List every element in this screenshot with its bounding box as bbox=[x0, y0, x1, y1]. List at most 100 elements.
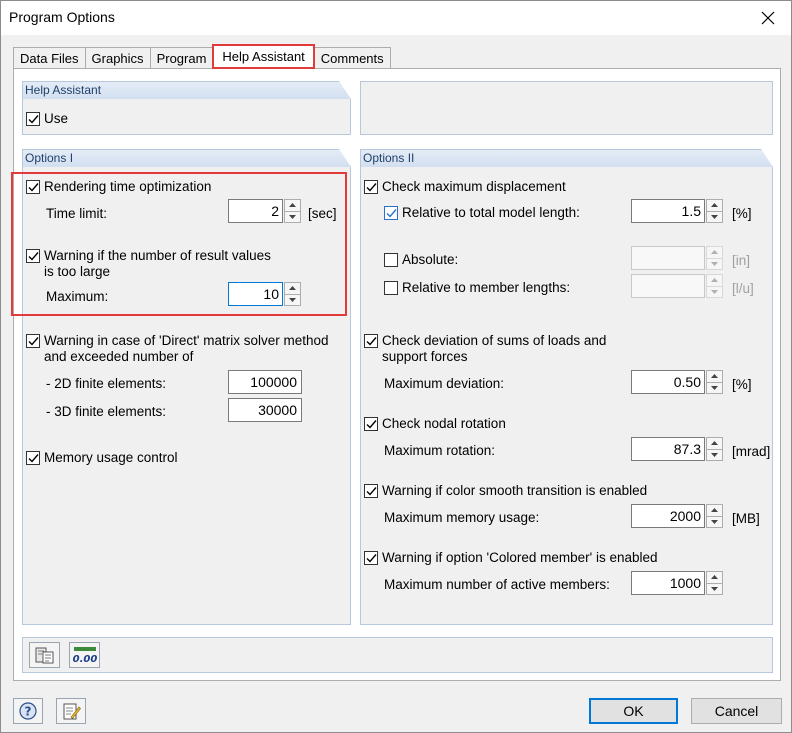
deviation-checkbox[interactable] bbox=[364, 334, 378, 348]
fe3d-input[interactable]: 30000 bbox=[228, 398, 302, 422]
absolute-spin-buttons[interactable] bbox=[706, 246, 723, 270]
right-top-group bbox=[360, 81, 773, 135]
options-i-header: Options I bbox=[23, 149, 351, 167]
max-deviation-spinner[interactable]: 0.50 bbox=[631, 370, 723, 394]
max-deviation-spin-buttons[interactable] bbox=[706, 370, 723, 394]
smooth-checkbox-row[interactable]: Warning if color smooth transition is en… bbox=[364, 483, 647, 499]
spin-up-button[interactable] bbox=[706, 571, 723, 584]
member-length-spinner[interactable] bbox=[631, 274, 723, 298]
spin-up-button[interactable] bbox=[706, 199, 723, 212]
max-members-spinner[interactable]: 1000 bbox=[631, 571, 723, 595]
max-rotation-spin-buttons[interactable] bbox=[706, 437, 723, 461]
right-top-header bbox=[361, 82, 772, 99]
max-memory-input[interactable]: 2000 bbox=[631, 504, 705, 528]
decimal-places-icon: 0.00 bbox=[73, 647, 97, 664]
relative-length-checkbox[interactable] bbox=[384, 206, 398, 220]
max-deviation-input[interactable]: 0.50 bbox=[631, 370, 705, 394]
member-length-spin-buttons[interactable] bbox=[706, 274, 723, 298]
tab-comments[interactable]: Comments bbox=[313, 47, 391, 69]
checkmark-icon bbox=[28, 453, 39, 463]
absolute-row[interactable]: Absolute: bbox=[384, 252, 458, 268]
memory-checkbox-row[interactable]: Memory usage control bbox=[26, 450, 178, 466]
spin-up-button[interactable] bbox=[706, 504, 723, 517]
rotation-checkbox-row[interactable]: Check nodal rotation bbox=[364, 416, 506, 432]
decimal-places-button[interactable]: 0.00 bbox=[69, 642, 100, 668]
fe2d-input[interactable]: 100000 bbox=[228, 370, 302, 394]
smooth-checkbox[interactable] bbox=[364, 484, 378, 498]
spin-down-button[interactable] bbox=[706, 258, 723, 270]
max-memory-spin-buttons[interactable] bbox=[706, 504, 723, 528]
memory-label: Memory usage control bbox=[44, 450, 178, 465]
max-members-input[interactable]: 1000 bbox=[631, 571, 705, 595]
max-rotation-spinner[interactable]: 87.3 bbox=[631, 437, 723, 461]
relative-length-spinner[interactable]: 1.5 bbox=[631, 199, 723, 223]
absolute-input[interactable] bbox=[631, 246, 705, 270]
absolute-spinner[interactable] bbox=[631, 246, 723, 270]
tab-program[interactable]: Program bbox=[149, 47, 214, 69]
use-checkbox-row[interactable]: Use bbox=[26, 111, 68, 127]
colored-checkbox[interactable] bbox=[364, 551, 378, 565]
absolute-unit: [in] bbox=[732, 253, 751, 268]
member-length-row[interactable]: Relative to member lengths: bbox=[384, 280, 570, 296]
checkmark-icon bbox=[366, 419, 377, 429]
svg-text:0.00: 0.00 bbox=[73, 654, 97, 664]
close-icon bbox=[761, 11, 775, 24]
colored-checkbox-row[interactable]: Warning if option 'Colored member' is en… bbox=[364, 550, 658, 566]
close-button[interactable] bbox=[745, 1, 791, 34]
edit-button[interactable] bbox=[56, 698, 86, 724]
colored-label: Warning if option 'Colored member' is en… bbox=[382, 550, 658, 565]
memory-checkbox[interactable] bbox=[26, 451, 40, 465]
member-length-label: Relative to member lengths: bbox=[402, 280, 571, 295]
spin-up-button[interactable] bbox=[706, 437, 723, 450]
arrow-up-icon bbox=[711, 508, 718, 513]
fe2d-label: - 2D finite elements: bbox=[46, 376, 167, 391]
use-checkbox[interactable] bbox=[26, 112, 40, 126]
spin-up-button[interactable] bbox=[706, 274, 723, 287]
member-length-input[interactable] bbox=[631, 274, 705, 298]
spin-down-button[interactable] bbox=[706, 449, 723, 461]
relative-length-input[interactable]: 1.5 bbox=[631, 199, 705, 223]
cancel-button[interactable]: Cancel bbox=[691, 698, 782, 724]
tab-graphics[interactable]: Graphics bbox=[84, 47, 151, 69]
import-button[interactable] bbox=[29, 642, 60, 668]
spin-down-button[interactable] bbox=[706, 286, 723, 298]
max-disp-checkbox[interactable] bbox=[364, 180, 378, 194]
rotation-label: Check nodal rotation bbox=[382, 416, 506, 431]
member-length-unit: [l/u] bbox=[732, 281, 754, 296]
relative-length-row[interactable]: Relative to total model length: bbox=[384, 205, 580, 221]
max-rotation-input[interactable]: 87.3 bbox=[631, 437, 705, 461]
checkmark-icon bbox=[366, 553, 377, 563]
spin-down-button[interactable] bbox=[706, 211, 723, 223]
relative-length-label: Relative to total model length: bbox=[402, 205, 580, 220]
arrow-down-icon bbox=[711, 289, 718, 294]
max-memory-label: Maximum memory usage: bbox=[384, 510, 540, 525]
tab-help-assistant[interactable]: Help Assistant bbox=[212, 44, 315, 69]
direct-solver-checkbox-row[interactable]: Warning in case of 'Direct' matrix solve… bbox=[26, 333, 329, 365]
member-length-checkbox[interactable] bbox=[384, 281, 398, 295]
spin-up-button[interactable] bbox=[706, 370, 723, 383]
max-memory-spinner[interactable]: 2000 bbox=[631, 504, 723, 528]
relative-length-spin-buttons[interactable] bbox=[706, 199, 723, 223]
max-disp-checkbox-row[interactable]: Check maximum displacement bbox=[364, 179, 566, 195]
rotation-checkbox[interactable] bbox=[364, 417, 378, 431]
direct-solver-checkbox[interactable] bbox=[26, 334, 40, 348]
arrow-up-icon bbox=[711, 203, 718, 208]
tab-strip: Data Files Graphics Program Help Assista… bbox=[13, 44, 391, 69]
title-bar: Program Options bbox=[1, 1, 791, 35]
spin-down-button[interactable] bbox=[706, 516, 723, 528]
deviation-checkbox-row[interactable]: Check deviation of sums of loads and sup… bbox=[364, 333, 606, 365]
edit-notes-icon bbox=[63, 703, 81, 720]
arrow-up-icon bbox=[711, 575, 718, 580]
max-members-spin-buttons[interactable] bbox=[706, 571, 723, 595]
absolute-checkbox[interactable] bbox=[384, 253, 398, 267]
checkmark-icon bbox=[28, 114, 39, 124]
spin-down-button[interactable] bbox=[706, 382, 723, 394]
arrow-down-icon bbox=[711, 586, 718, 591]
svg-text:?: ? bbox=[25, 705, 32, 719]
help-button[interactable]: ? bbox=[13, 698, 43, 724]
tab-data-files[interactable]: Data Files bbox=[13, 47, 86, 69]
ok-button[interactable]: OK bbox=[589, 698, 678, 724]
spin-up-button[interactable] bbox=[706, 246, 723, 259]
spin-down-button[interactable] bbox=[706, 583, 723, 595]
window-title: Program Options bbox=[9, 9, 115, 25]
